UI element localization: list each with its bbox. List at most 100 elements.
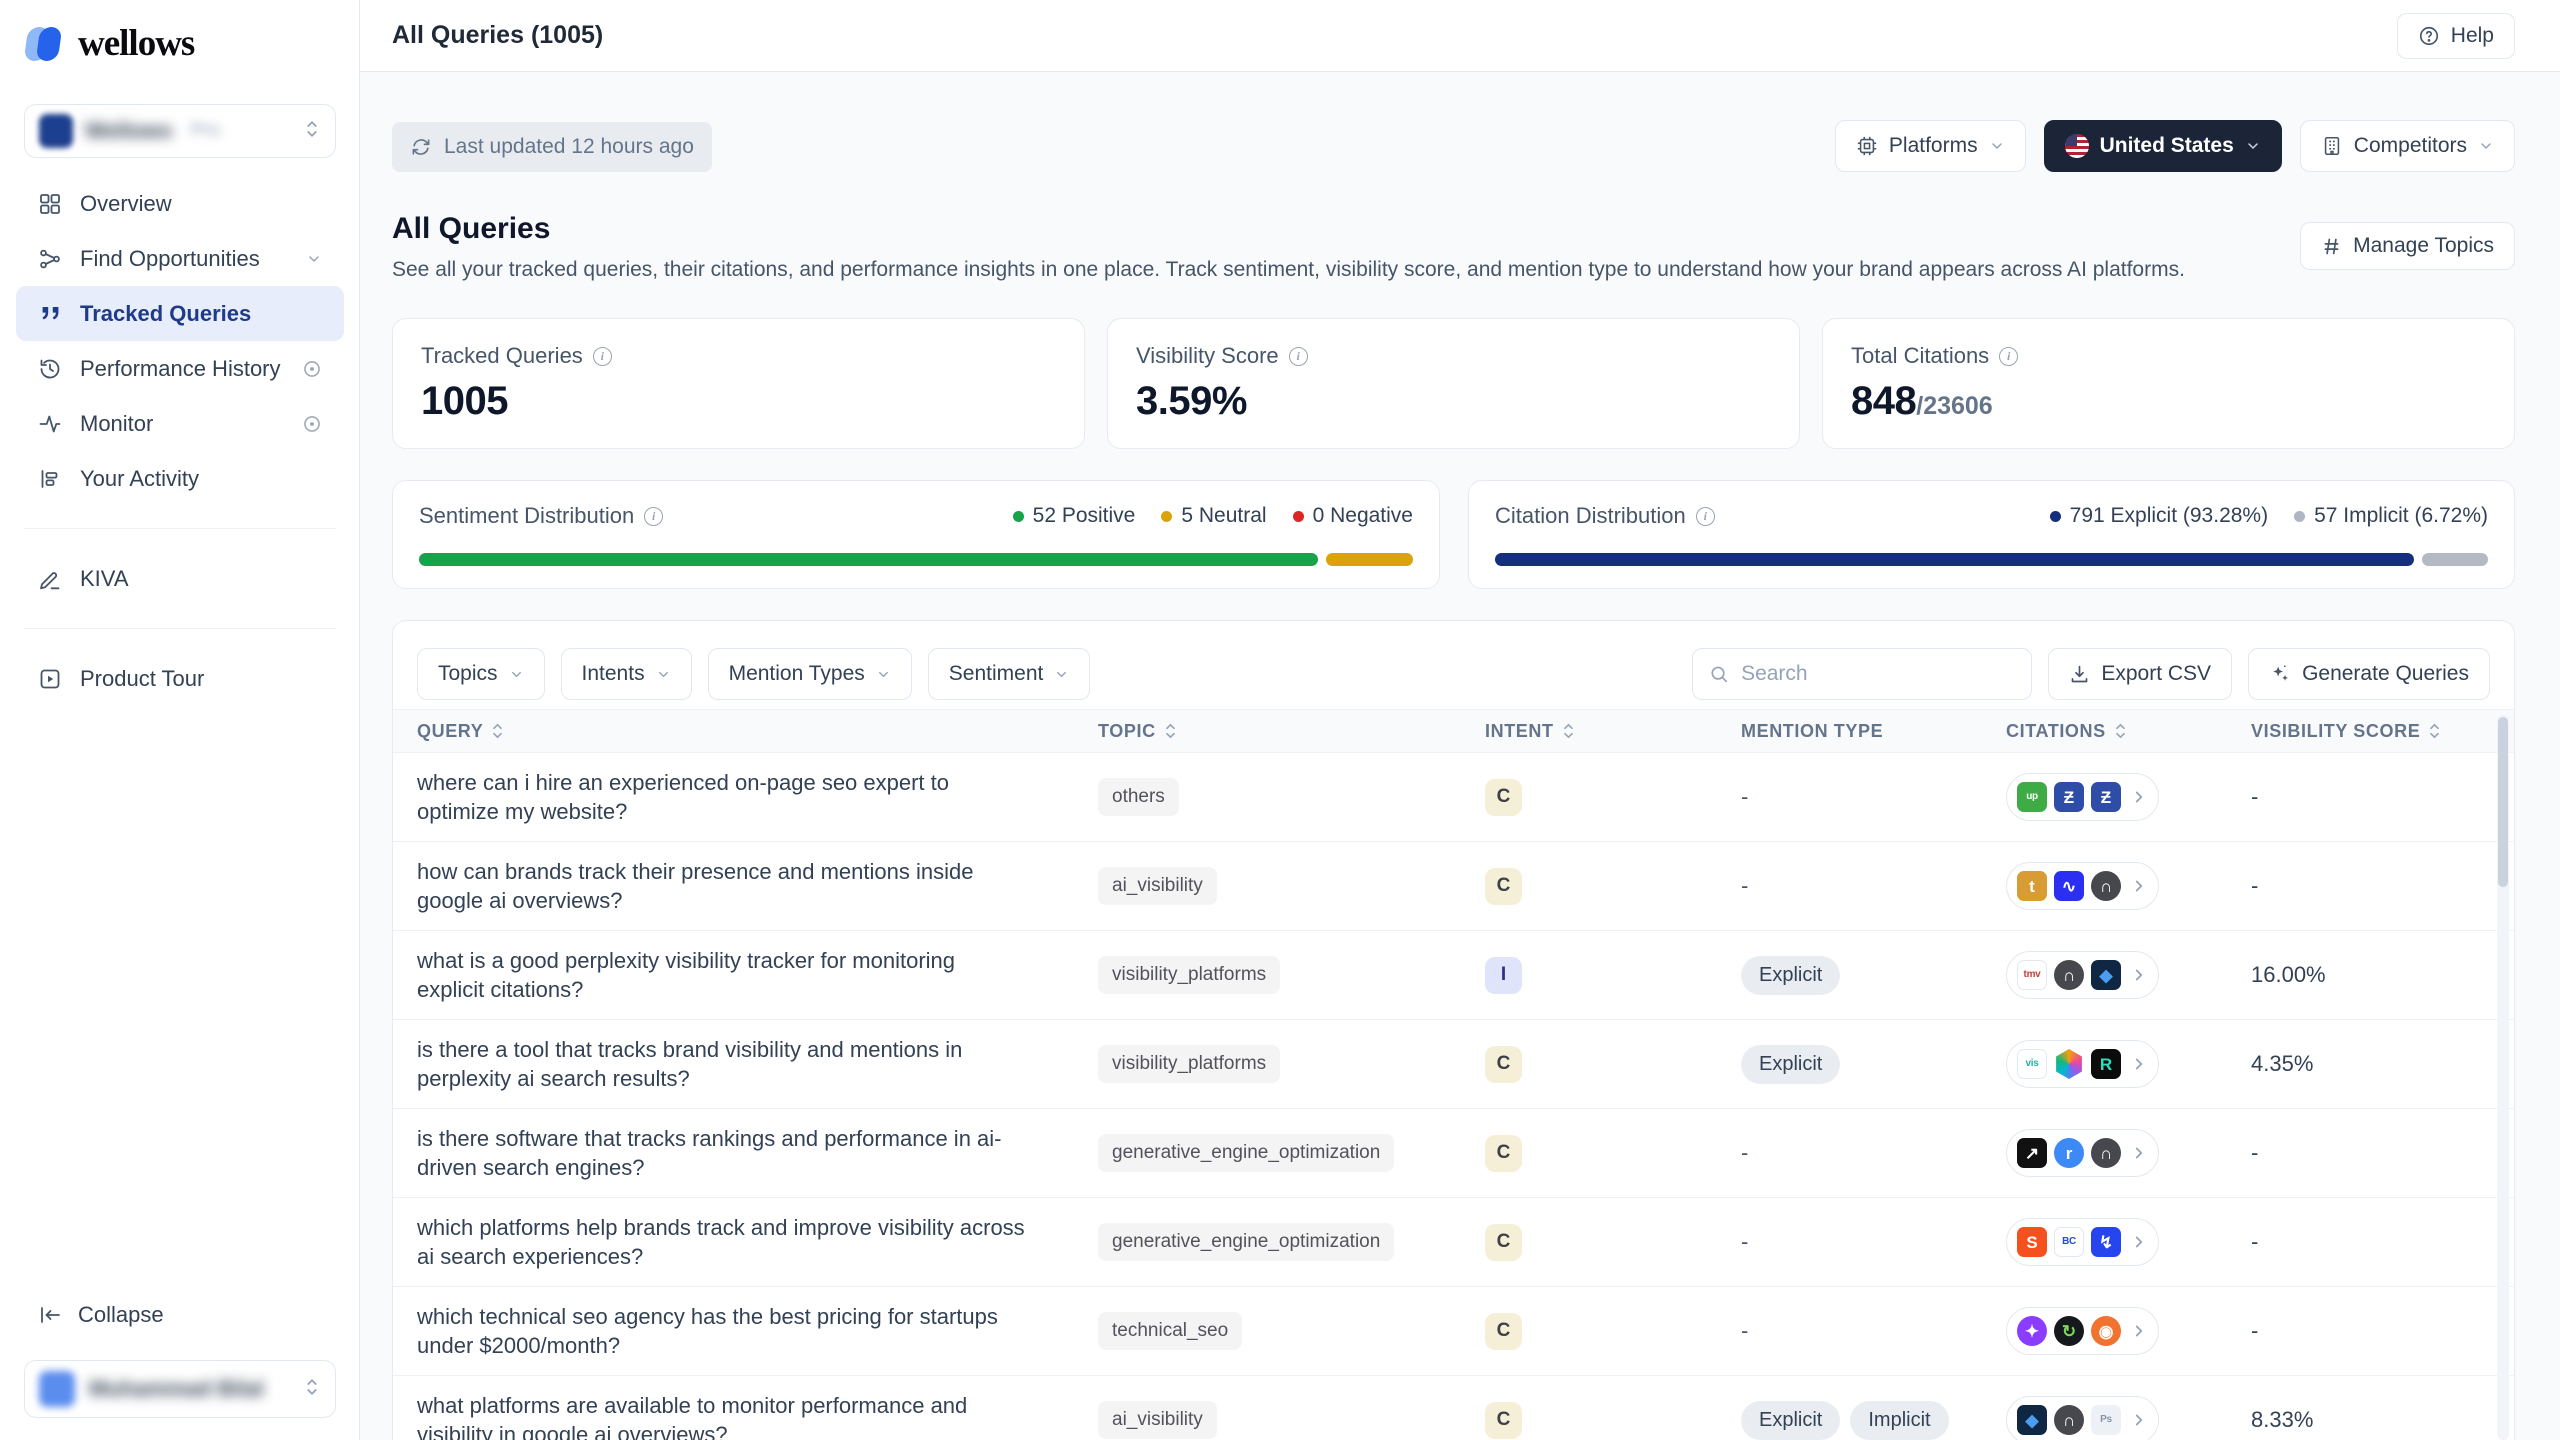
sidebar-item-overview[interactable]: Overview xyxy=(16,176,344,231)
trend-favicon: ↗ xyxy=(2017,1138,2047,1168)
table-row[interactable]: is there software that tracks rankings a… xyxy=(393,1109,2514,1198)
intents-filter-dropdown[interactable]: Intents xyxy=(561,648,692,700)
bc-favicon: BC xyxy=(2054,1227,2084,1257)
search-input[interactable] xyxy=(1741,662,2015,686)
export-csv-button[interactable]: Export CSV xyxy=(2048,648,2232,700)
collapse-sidebar-button[interactable]: Collapse xyxy=(16,1290,344,1340)
visibility-score: 4.35% xyxy=(2251,1051,2514,1077)
table-scrollbar[interactable] xyxy=(2497,715,2509,1440)
mention-type-pill: Explicit xyxy=(1741,1045,1840,1084)
brand-logo-text: wellows xyxy=(78,22,194,65)
sidebar-item-performance-history[interactable]: Performance History xyxy=(16,341,344,396)
citations-pill[interactable]: t∿∩ xyxy=(2006,862,2159,910)
topic-tag: others xyxy=(1098,778,1179,816)
column-header-intent[interactable]: Intent xyxy=(1485,721,1741,742)
platforms-label: Platforms xyxy=(1889,134,1978,158)
navy-z-favicon: Ƶ xyxy=(2091,782,2121,812)
sidebar-item-label: Tracked Queries xyxy=(80,301,251,327)
manage-topics-button[interactable]: Manage Topics xyxy=(2300,222,2515,270)
refresh-favicon: ↻ xyxy=(2054,1316,2084,1346)
r-black-favicon: R xyxy=(2091,1049,2121,1079)
chevron-right-icon xyxy=(2130,1411,2148,1429)
visibility-score: - xyxy=(2251,873,2514,899)
workspace-selector[interactable]: Wellows Pro xyxy=(24,104,336,158)
empty-mention: - xyxy=(1741,873,1748,899)
table-row[interactable]: is there a tool that tracks brand visibi… xyxy=(393,1020,2514,1109)
table-row[interactable]: which platforms help brands track and im… xyxy=(393,1198,2514,1287)
info-icon[interactable]: i xyxy=(1696,507,1715,526)
table-row[interactable]: where can i hire an experienced on-page … xyxy=(393,753,2514,842)
column-header-mention-type[interactable]: Mention Type xyxy=(1741,721,2006,742)
visibility-score: - xyxy=(2251,1229,2514,1255)
table-scrollbar-thumb[interactable] xyxy=(2498,717,2508,887)
competitors-label: Competitors xyxy=(2354,134,2467,158)
column-header-visibility-score[interactable]: Visibility Score xyxy=(2251,721,2514,742)
topics-filter-dropdown[interactable]: Topics xyxy=(417,648,545,700)
sidebar-item-label: Monitor xyxy=(80,411,153,437)
chevron-right-icon xyxy=(2130,966,2148,984)
sidebar-item-monitor[interactable]: Monitor xyxy=(16,396,344,451)
citations-pill[interactable]: ✦↻◉ xyxy=(2006,1307,2159,1355)
sidebar-item-your-activity[interactable]: Your Activity xyxy=(16,451,344,506)
visibility-score-value: 3.59% xyxy=(1136,379,1771,424)
table-row[interactable]: how can brands track their presence and … xyxy=(393,842,2514,931)
table-filter-row: Topics Intents Mention Types Sentiment E… xyxy=(393,621,2514,709)
brand-logo: wellows xyxy=(26,22,194,65)
manage-topics-label: Manage Topics xyxy=(2353,234,2494,258)
query-text: which platforms help brands track and im… xyxy=(417,1213,1098,1271)
chevron-down-icon xyxy=(2245,138,2261,154)
sidebar-divider xyxy=(24,528,336,529)
citations-pill[interactable]: tmv∩◆ xyxy=(2006,951,2159,999)
sidebar-item-find-opportunities[interactable]: Find Opportunities xyxy=(16,231,344,286)
competitors-filter-button[interactable]: Competitors xyxy=(2300,120,2515,172)
table-row[interactable]: which technical seo agency has the best … xyxy=(393,1287,2514,1376)
tmv-favicon: tmv xyxy=(2017,960,2047,990)
total-citations-card: Total Citationsi 848/23606 xyxy=(1822,318,2515,449)
help-button[interactable]: Help xyxy=(2397,13,2515,59)
negative-dot xyxy=(1293,511,1304,522)
negative-legend-label: 0 Negative xyxy=(1313,504,1413,528)
upwork-favicon: up xyxy=(2017,782,2047,812)
stats-row: Tracked Queriesi 1005 Visibility Scorei … xyxy=(392,318,2515,442)
citations-pill[interactable]: upƵƵ xyxy=(2006,773,2159,821)
r-circle-favicon: r xyxy=(2054,1138,2084,1168)
citation-distribution-title: Citation Distribution xyxy=(1495,503,1686,529)
generate-queries-label: Generate Queries xyxy=(2302,662,2469,686)
positive-bar-segment xyxy=(419,553,1318,566)
citations-pill[interactable]: visR xyxy=(2006,1040,2159,1088)
total-citations-value: 848/23606 xyxy=(1851,379,2486,424)
generate-queries-button[interactable]: Generate Queries xyxy=(2248,648,2490,700)
intent-badge: C xyxy=(1485,779,1522,816)
table-row[interactable]: what platforms are available to monitor … xyxy=(393,1376,2514,1440)
region-filter-button[interactable]: United States xyxy=(2044,120,2282,172)
citations-total: /23606 xyxy=(1916,392,1992,420)
citations-pill[interactable]: ↗r∩ xyxy=(2006,1129,2159,1177)
neutral-dot xyxy=(1161,511,1172,522)
mention-type-pill: Explicit xyxy=(1741,956,1840,995)
sidebar-item-tracked-queries[interactable]: Tracked Queries xyxy=(16,286,344,341)
sidebar-item-product-tour[interactable]: Product Tour xyxy=(16,651,344,706)
shield-favicon: ◆ xyxy=(2017,1405,2047,1435)
citations-pill[interactable]: SBC↯ xyxy=(2006,1218,2159,1266)
sidebar-item-label: Your Activity xyxy=(80,466,199,492)
sentiment-filter-label: Sentiment xyxy=(949,662,1044,686)
info-icon[interactable]: i xyxy=(644,507,663,526)
cpu-icon xyxy=(1856,135,1878,157)
info-icon[interactable]: i xyxy=(1999,347,2018,366)
collapse-label: Collapse xyxy=(78,1302,164,1328)
user-menu[interactable]: Muhammad Bilal xyxy=(24,1360,336,1418)
sidebar-item-kiva[interactable]: KIVA xyxy=(16,551,344,606)
table-row[interactable]: what is a good perplexity visibility tra… xyxy=(393,931,2514,1020)
column-header-citations[interactable]: Citations xyxy=(2006,721,2251,742)
mention-types-filter-dropdown[interactable]: Mention Types xyxy=(708,648,912,700)
citations-pill[interactable]: ◆∩Ps xyxy=(2006,1396,2159,1440)
column-header-topic[interactable]: Topic xyxy=(1098,721,1485,742)
sentiment-filter-dropdown[interactable]: Sentiment xyxy=(928,648,1091,700)
play-square-icon xyxy=(38,667,62,691)
circle-dot-icon xyxy=(302,359,322,379)
info-icon[interactable]: i xyxy=(1289,347,1308,366)
chevron-down-icon xyxy=(509,667,524,682)
platforms-filter-button[interactable]: Platforms xyxy=(1835,120,2026,172)
info-icon[interactable]: i xyxy=(593,347,612,366)
column-header-query[interactable]: Query xyxy=(417,721,1098,742)
